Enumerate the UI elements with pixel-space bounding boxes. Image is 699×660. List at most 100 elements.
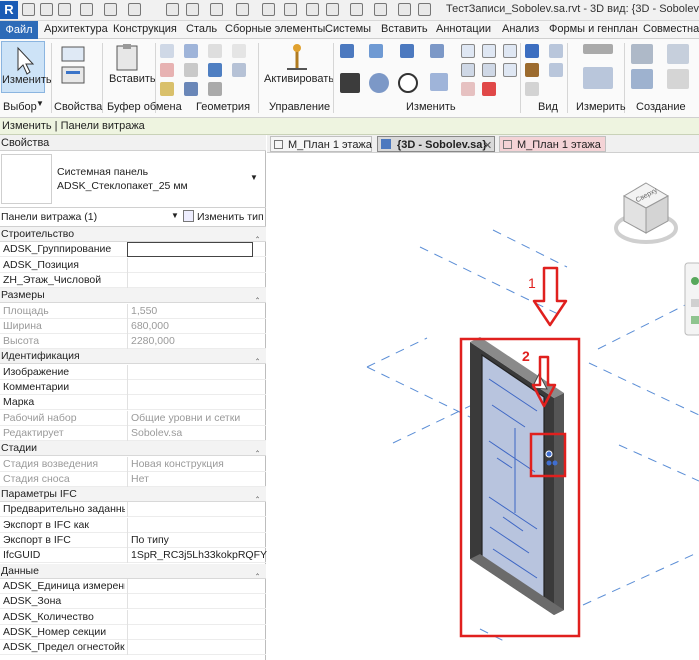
match-icon[interactable] bbox=[160, 82, 174, 96]
collapse-icon[interactable]: ‸ bbox=[256, 488, 259, 499]
3d-viewport[interactable]: Сверху 1 2 bbox=[267, 153, 699, 660]
property-category[interactable]: Стадии ‸ bbox=[0, 441, 266, 457]
collapse-icon[interactable]: ‸ bbox=[256, 228, 259, 239]
revit-logo[interactable]: R bbox=[0, 1, 18, 19]
create-group-icon[interactable] bbox=[631, 44, 653, 64]
save-icon[interactable] bbox=[58, 3, 71, 16]
viewcube[interactable]: Сверху bbox=[614, 182, 678, 244]
measure-icon[interactable] bbox=[186, 3, 199, 16]
type-dropdown-icon[interactable]: ▼ bbox=[250, 173, 258, 182]
property-value-field[interactable] bbox=[127, 578, 255, 594]
tab-floor-plan-1[interactable]: М_План 1 этажа bbox=[270, 136, 372, 152]
property-value-field[interactable] bbox=[127, 640, 255, 656]
undo-icon[interactable] bbox=[104, 3, 117, 16]
create-parts-icon[interactable] bbox=[631, 69, 653, 89]
close-tab-icon[interactable]: ✕ bbox=[483, 139, 492, 152]
navigation-bar[interactable] bbox=[684, 262, 699, 336]
property-value-field[interactable] bbox=[127, 364, 255, 380]
beam-join-icon[interactable] bbox=[232, 63, 246, 77]
tab-annotate[interactable]: Аннотации bbox=[436, 23, 491, 35]
override-icon[interactable] bbox=[525, 63, 539, 77]
select-dropdown-icon[interactable]: ▼ bbox=[36, 99, 44, 108]
line-icon[interactable] bbox=[262, 3, 275, 16]
property-value-field[interactable] bbox=[127, 395, 255, 411]
collapse-icon[interactable]: ‸ bbox=[256, 350, 259, 361]
open-icon[interactable] bbox=[40, 3, 53, 16]
offset2-icon[interactable] bbox=[503, 44, 517, 58]
collapse-icon[interactable]: ‸ bbox=[256, 565, 259, 576]
property-category[interactable]: Данные ‸ bbox=[0, 563, 266, 579]
collapse-icon[interactable]: ‸ bbox=[256, 289, 259, 300]
assembly-icon[interactable] bbox=[667, 69, 689, 89]
rotate-icon[interactable] bbox=[398, 73, 418, 93]
copy-move-icon[interactable] bbox=[369, 73, 389, 93]
default-3d-icon[interactable] bbox=[306, 3, 319, 16]
property-category[interactable]: Строительство ‸ bbox=[0, 227, 266, 242]
filter-select[interactable]: Панели витража (1) bbox=[1, 211, 97, 223]
property-value-field[interactable] bbox=[127, 594, 255, 610]
sync-icon[interactable] bbox=[80, 3, 93, 16]
property-category[interactable]: Параметры IFC ‸ bbox=[0, 487, 266, 503]
property-value-field[interactable] bbox=[127, 380, 255, 395]
collapse-icon[interactable]: ‸ bbox=[256, 442, 259, 453]
split-icon[interactable] bbox=[461, 44, 475, 58]
property-value-field[interactable] bbox=[127, 624, 255, 640]
home-icon[interactable] bbox=[22, 3, 35, 16]
switch-windows-icon[interactable] bbox=[418, 3, 431, 16]
activate-button[interactable]: Активировать bbox=[263, 43, 334, 91]
demolish-icon[interactable] bbox=[208, 82, 222, 96]
measure-line-icon[interactable] bbox=[583, 44, 613, 54]
property-value-field[interactable] bbox=[127, 502, 255, 518]
tab-file[interactable]: Файл bbox=[0, 21, 38, 39]
paint-icon[interactable] bbox=[208, 63, 222, 77]
align-icon[interactable] bbox=[340, 44, 354, 58]
property-value-field[interactable] bbox=[127, 517, 255, 533]
tab-structure[interactable]: Конструкция bbox=[113, 23, 177, 35]
copy-icon[interactable] bbox=[160, 63, 174, 77]
panel-select[interactable]: Выбор bbox=[3, 101, 37, 113]
tab-systems[interactable]: Системы bbox=[325, 23, 371, 35]
property-category[interactable]: Размеры ‸ bbox=[0, 288, 266, 304]
array-icon[interactable] bbox=[482, 44, 496, 58]
tab-steel[interactable]: Сталь bbox=[186, 23, 217, 35]
print-icon[interactable] bbox=[166, 3, 179, 16]
property-value-field[interactable] bbox=[127, 242, 253, 258]
move-icon[interactable] bbox=[340, 73, 360, 93]
close-hidden-icon[interactable] bbox=[398, 3, 411, 16]
mirror-icon[interactable] bbox=[400, 44, 414, 58]
join-icon[interactable] bbox=[184, 82, 198, 96]
mirror-draw-icon[interactable] bbox=[430, 44, 444, 58]
cut-geometry-icon[interactable] bbox=[184, 63, 198, 77]
tab-precast[interactable]: Сборные элементы bbox=[225, 23, 325, 35]
property-value-field[interactable] bbox=[127, 257, 255, 273]
wall-joins-icon[interactable] bbox=[232, 44, 246, 58]
redo-icon[interactable] bbox=[128, 3, 141, 16]
tag-icon[interactable] bbox=[210, 3, 223, 16]
property-value-field[interactable] bbox=[127, 272, 255, 288]
offset-icon[interactable] bbox=[369, 44, 383, 58]
type-properties-button[interactable] bbox=[58, 45, 88, 85]
property-category[interactable]: Идентификация ‸ bbox=[0, 349, 266, 365]
scale-icon[interactable] bbox=[461, 63, 475, 77]
linework-icon[interactable] bbox=[549, 44, 563, 58]
property-value-field[interactable]: По типу bbox=[127, 533, 255, 548]
paste-button[interactable]: Вставить bbox=[105, 43, 156, 91]
extend-icon[interactable] bbox=[503, 63, 517, 77]
unpin-icon[interactable] bbox=[461, 82, 475, 96]
tab-massing-site[interactable]: Формы и генплан bbox=[549, 23, 638, 35]
filter-dropdown-icon[interactable]: ▼ bbox=[171, 211, 179, 220]
tab-analyze[interactable]: Анализ bbox=[502, 23, 539, 35]
wall-icon[interactable] bbox=[236, 3, 249, 16]
graphics-icon[interactable] bbox=[549, 63, 563, 77]
hide-icon[interactable] bbox=[525, 44, 539, 58]
cut-icon[interactable] bbox=[160, 44, 174, 58]
property-value-field[interactable]: 1SpR_RC3j5Lh33kokpRQFY bbox=[127, 548, 267, 564]
tab-collaborate[interactable]: Совместная bbox=[643, 23, 699, 35]
text-icon[interactable] bbox=[284, 3, 297, 16]
dimension-icon[interactable] bbox=[583, 67, 613, 89]
section-icon[interactable] bbox=[350, 3, 363, 16]
trim-icon[interactable] bbox=[430, 73, 448, 91]
pin-icon[interactable] bbox=[482, 63, 496, 77]
create-similar-icon[interactable] bbox=[667, 44, 689, 64]
modify-button[interactable]: Изменить bbox=[1, 41, 52, 93]
